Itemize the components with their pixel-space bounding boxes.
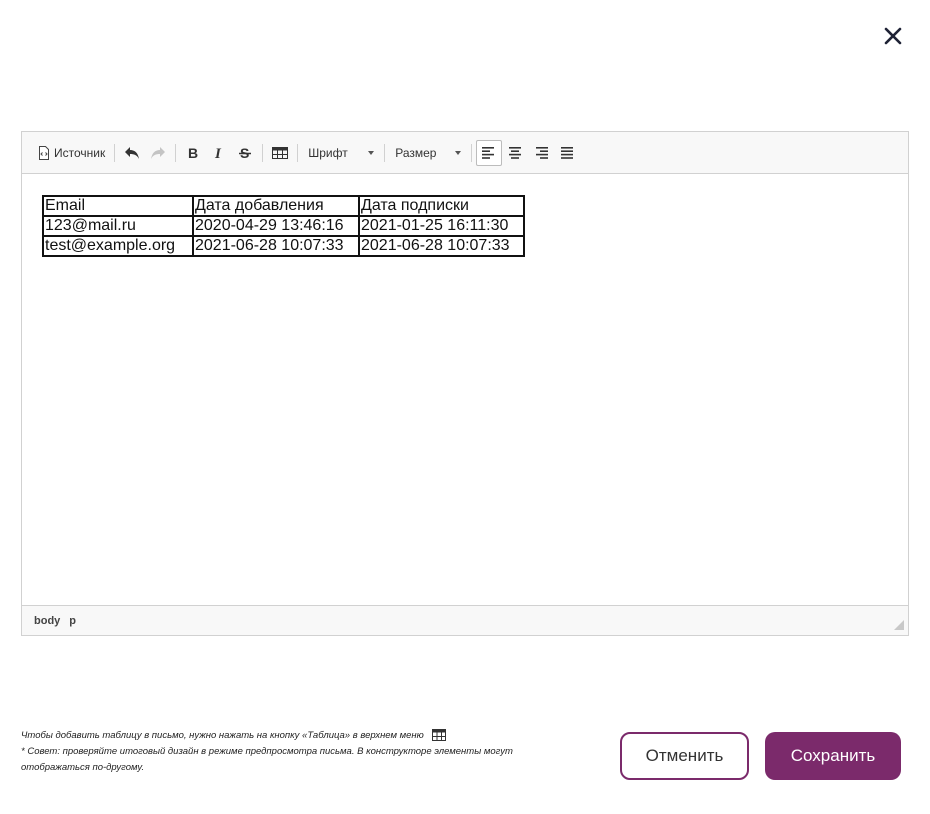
table-icon [272,146,289,159]
rich-text-editor: Источник B I S [21,131,909,636]
italic-button[interactable]: I [206,140,232,166]
source-button-label: Источник [54,145,106,160]
italic-icon: I [214,146,222,160]
close-icon [884,27,902,45]
table-cell[interactable]: Дата добавления [192,195,360,217]
strikethrough-icon: S [239,146,252,160]
table-cell[interactable]: test@example.org [42,235,194,257]
hint-advice: * Совет: проверяйте итоговый дизайн в ре… [21,746,513,773]
font-select[interactable]: Шрифт [302,140,380,166]
hint-line-table: Чтобы добавить таблицу в письмо, нужно н… [21,728,581,744]
table-cell[interactable]: Дата подписки [358,195,525,217]
toolbar-separator [297,143,299,162]
table-header-row: Email Дата добавления Дата подписки [42,195,525,217]
toolbar-separator [471,143,473,162]
font-select-label: Шрифт [308,145,348,160]
align-center-button[interactable] [502,140,528,166]
undo-button[interactable] [119,140,145,166]
align-right-icon [536,146,549,159]
table-cell[interactable]: 2020-04-29 13:46:16 [192,215,360,237]
save-button[interactable]: Сохранить [765,732,901,780]
editor-content[interactable]: Email Дата добавления Дата подписки 123@mai… [22,174,908,605]
chevron-down-icon [368,150,375,155]
toolbar-separator [175,143,177,162]
undo-icon [125,146,140,159]
source-button[interactable]: Источник [33,140,110,166]
redo-icon [151,146,166,159]
source-code-icon [39,145,49,160]
toolbar-separator [384,143,386,162]
editor-statusbar: body p [22,605,908,635]
close-button[interactable] [880,23,906,49]
table-icon [432,729,447,742]
table-cell[interactable]: 2021-06-28 10:07:33 [358,235,525,257]
strikethrough-button[interactable]: S [232,140,258,166]
table-row: 123@mail.ru 2020-04-29 13:46:16 2021-01-25… [42,215,525,237]
redo-button[interactable] [145,140,171,166]
align-left-button[interactable] [476,139,503,166]
data-table[interactable]: Email Дата добавления Дата подписки 123@mai… [42,195,525,257]
align-right-button[interactable] [528,140,554,166]
path-item-p[interactable]: p [69,615,76,627]
align-left-icon [482,146,495,159]
table-cell[interactable]: Email [42,195,194,217]
resize-grip-icon[interactable] [894,620,904,630]
align-center-icon [509,146,522,159]
editor-toolbar: Источник B I S [22,132,908,174]
hint-text: Чтобы добавить таблицу в письмо, нужно н… [21,728,581,776]
toolbar-separator [114,143,116,162]
table-row: test@example.org 2021-06-28 10:07:33 2021-… [42,235,525,257]
toolbar-separator [262,143,264,162]
table-cell[interactable]: 2021-06-28 10:07:33 [192,235,360,257]
data-table-body: Email Дата добавления Дата подписки 123@mai… [42,195,525,257]
hint-table-text: Чтобы добавить таблицу в письмо, нужно н… [21,730,424,741]
chevron-down-icon [455,150,462,155]
svg-text:I: I [214,146,222,160]
bold-button[interactable]: B [180,140,206,166]
size-select[interactable]: Размер [389,140,467,166]
svg-text:B: B [188,146,198,160]
justify-button[interactable] [554,140,580,166]
table-cell[interactable]: 2021-01-25 16:11:30 [358,215,525,237]
table-cell[interactable]: 123@mail.ru [42,215,194,237]
path-item-body[interactable]: body [34,615,60,627]
table-button[interactable] [267,140,293,166]
bold-icon: B [188,146,198,160]
cancel-button[interactable]: Отменить [620,732,749,780]
align-justify-icon [561,146,574,159]
size-select-label: Размер [395,145,437,160]
